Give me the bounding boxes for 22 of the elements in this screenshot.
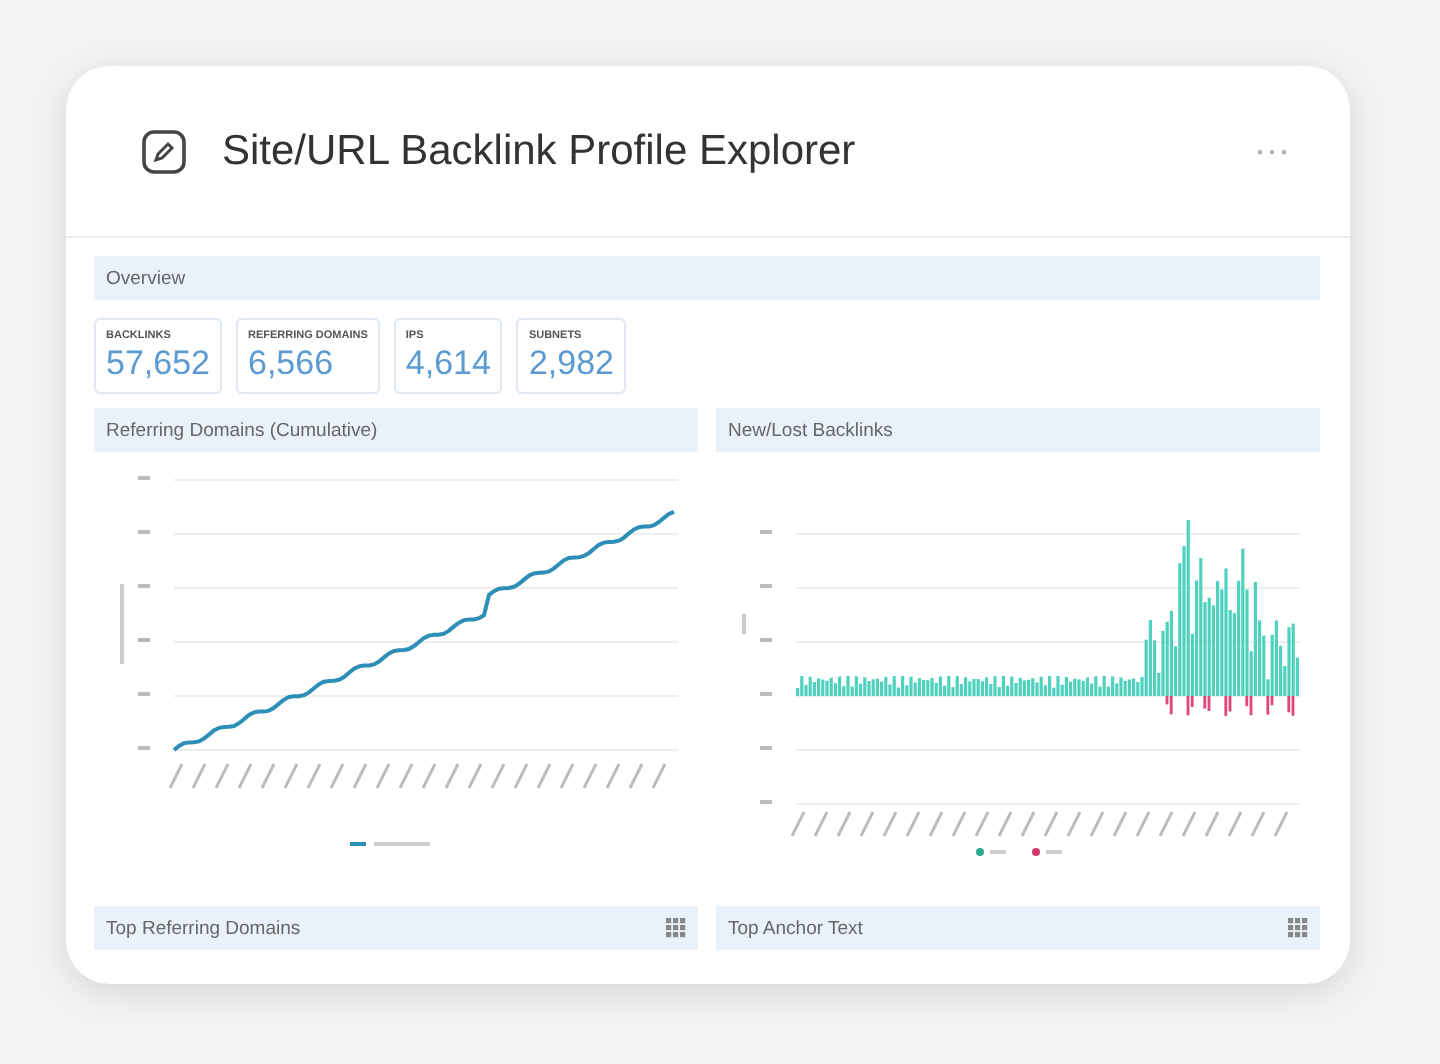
stat-value: 6,566 xyxy=(248,344,336,384)
section-title: Top Referring Domains xyxy=(106,917,301,939)
axis-title-mark xyxy=(120,584,124,664)
grid-icon[interactable] xyxy=(666,918,686,938)
stat-value: 4,614 xyxy=(405,344,491,384)
grid-icon[interactable] xyxy=(1288,918,1308,938)
legend-label-mark xyxy=(374,842,430,846)
section-title: Top Anchor Text xyxy=(728,917,863,939)
stat-value: 2,982 xyxy=(528,344,614,384)
legend-label-mark xyxy=(1046,850,1062,854)
more-menu-button[interactable]: ··· xyxy=(1254,130,1290,172)
section-title: Referring Domains (Cumulative) xyxy=(106,419,378,441)
section-title: New/Lost Backlinks xyxy=(728,419,893,441)
lost-bar-series xyxy=(1165,696,1295,716)
legend-dot xyxy=(976,848,984,856)
stat-value: 57,652 xyxy=(106,344,210,384)
axis-title-mark xyxy=(742,614,746,634)
legend-dot xyxy=(1032,848,1040,856)
legend-label-mark xyxy=(990,850,1006,854)
page-title: Site/URL Backlink Profile Explorer xyxy=(222,127,858,175)
pencil-icon xyxy=(142,129,186,173)
section-title: Overview xyxy=(106,267,186,289)
